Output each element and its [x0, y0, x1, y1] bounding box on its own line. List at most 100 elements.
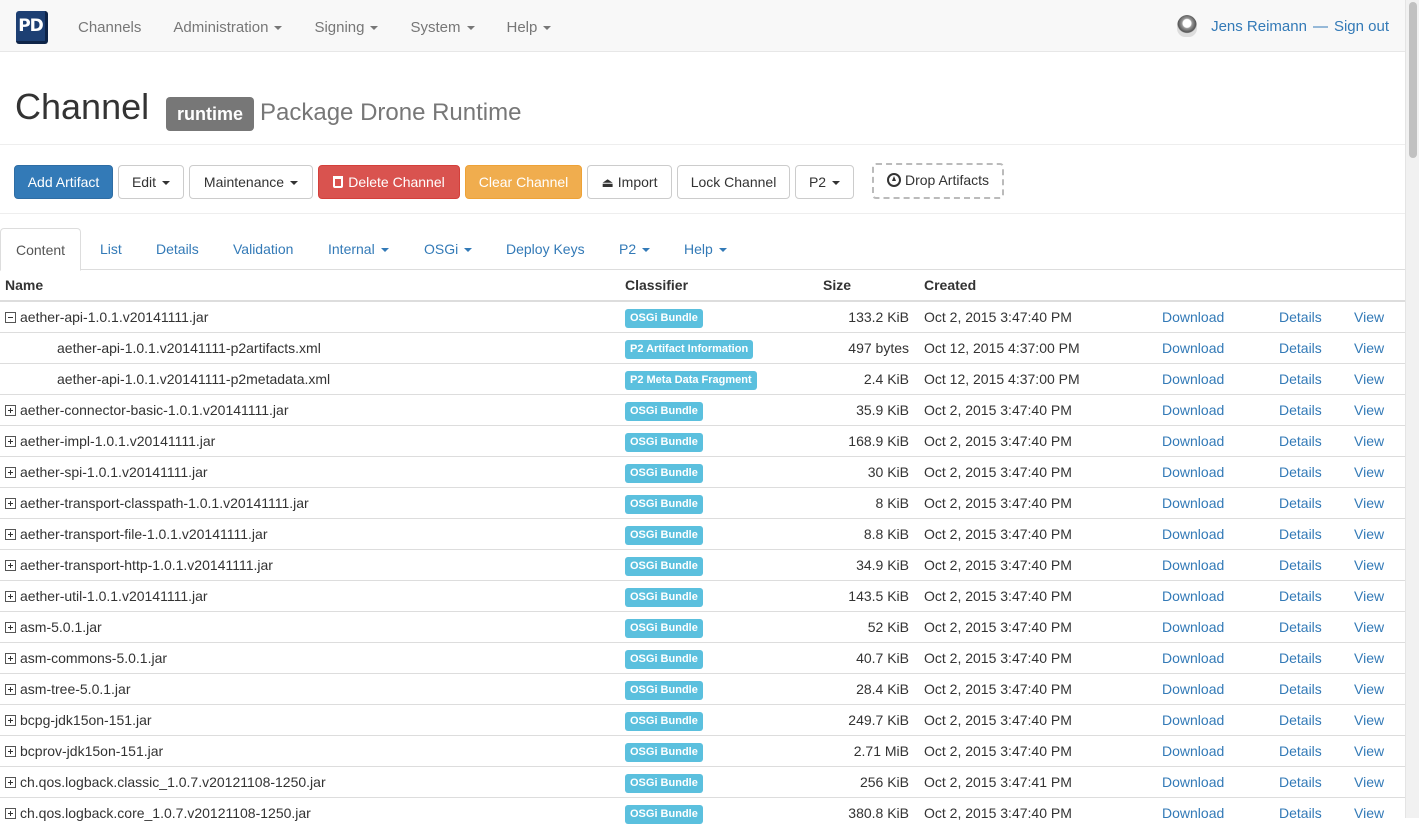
expand-plus-icon[interactable]	[5, 466, 16, 478]
expand-plus-icon[interactable]	[5, 404, 16, 416]
details-link[interactable]: Details	[1279, 371, 1322, 387]
nav-system[interactable]: System	[394, 0, 490, 52]
view-link[interactable]: View	[1354, 650, 1384, 666]
column-header-size[interactable]: Size	[818, 270, 919, 302]
download-link-cell: Download	[1157, 486, 1274, 518]
download-link-cell: Download	[1157, 703, 1274, 735]
tab-details[interactable]: Details	[156, 228, 199, 270]
import-button[interactable]: ⏏ Import	[587, 165, 672, 199]
expand-plus-icon[interactable]	[5, 745, 16, 757]
expand-plus-icon[interactable]	[5, 559, 16, 571]
expand-plus-icon[interactable]	[5, 807, 16, 819]
tab-deploy-keys[interactable]: Deploy Keys	[506, 228, 585, 270]
tab-list[interactable]: List	[100, 228, 122, 270]
details-link[interactable]: Details	[1279, 526, 1322, 542]
view-link[interactable]: View	[1354, 681, 1384, 697]
download-link[interactable]: Download	[1162, 774, 1224, 790]
drop-artifacts-zone[interactable]: Drop Artifacts	[872, 163, 1004, 199]
details-link[interactable]: Details	[1279, 402, 1322, 418]
details-link[interactable]: Details	[1279, 495, 1322, 511]
tab-p2[interactable]: P2	[619, 228, 651, 270]
scrollbar-thumb[interactable]	[1409, 2, 1417, 158]
download-link[interactable]: Download	[1162, 340, 1224, 356]
details-link[interactable]: Details	[1279, 557, 1322, 573]
tab-content[interactable]: Content	[0, 228, 82, 271]
view-link[interactable]: View	[1354, 619, 1384, 635]
expand-plus-icon[interactable]	[5, 528, 16, 540]
expand-plus-icon[interactable]	[5, 714, 16, 726]
download-link[interactable]: Download	[1162, 495, 1224, 511]
nav-administration[interactable]: Administration	[157, 0, 298, 52]
nav-help[interactable]: Help	[491, 0, 568, 52]
p2-dropdown-button[interactable]: P2	[795, 165, 854, 199]
view-link[interactable]: View	[1354, 774, 1384, 790]
column-header-name[interactable]: Name	[0, 270, 620, 302]
download-link[interactable]: Download	[1162, 526, 1224, 542]
lock-channel-button[interactable]: Lock Channel	[677, 165, 790, 199]
edit-dropdown-button[interactable]: Edit	[118, 165, 184, 199]
expand-plus-icon[interactable]	[5, 776, 16, 788]
tab-help[interactable]: Help	[684, 228, 727, 270]
details-link[interactable]: Details	[1279, 774, 1322, 790]
view-link[interactable]: View	[1354, 371, 1384, 387]
download-link[interactable]: Download	[1162, 681, 1224, 697]
download-link[interactable]: Download	[1162, 309, 1224, 325]
download-link[interactable]: Download	[1162, 402, 1224, 418]
tab-osgi[interactable]: OSGi	[424, 228, 473, 270]
download-link[interactable]: Download	[1162, 557, 1224, 573]
download-link[interactable]: Download	[1162, 712, 1224, 728]
details-link[interactable]: Details	[1279, 309, 1322, 325]
download-link[interactable]: Download	[1162, 371, 1224, 387]
user-name-link[interactable]: Jens Reimann	[1211, 18, 1307, 35]
tab-validation[interactable]: Validation	[233, 228, 293, 270]
details-link[interactable]: Details	[1279, 650, 1322, 666]
view-link[interactable]: View	[1354, 433, 1384, 449]
expand-plus-icon[interactable]	[5, 435, 16, 447]
nav-signing[interactable]: Signing	[298, 0, 394, 52]
details-link[interactable]: Details	[1279, 805, 1322, 821]
details-link[interactable]: Details	[1279, 433, 1322, 449]
details-link[interactable]: Details	[1279, 681, 1322, 697]
collapse-minus-icon[interactable]	[5, 311, 16, 323]
column-header-created[interactable]: Created	[919, 270, 1157, 302]
details-link[interactable]: Details	[1279, 743, 1322, 759]
expand-plus-icon[interactable]	[5, 652, 16, 664]
add-artifact-button[interactable]: Add Artifact	[14, 165, 113, 199]
view-link[interactable]: View	[1354, 402, 1384, 418]
view-link[interactable]: View	[1354, 588, 1384, 604]
expand-plus-icon[interactable]	[5, 683, 16, 695]
details-link[interactable]: Details	[1279, 619, 1322, 635]
view-link[interactable]: View	[1354, 340, 1384, 356]
tab-internal[interactable]: Internal	[328, 228, 389, 270]
details-link[interactable]: Details	[1279, 464, 1322, 480]
column-header-classifier[interactable]: Classifier	[620, 270, 818, 302]
package-drone-logo-icon[interactable]: PD	[16, 11, 48, 44]
delete-channel-button[interactable]: Delete Channel	[318, 165, 460, 199]
download-link[interactable]: Download	[1162, 433, 1224, 449]
download-link[interactable]: Download	[1162, 650, 1224, 666]
expand-plus-icon[interactable]	[5, 590, 16, 602]
page-scrollbar[interactable]	[1405, 0, 1419, 818]
view-link[interactable]: View	[1354, 557, 1384, 573]
expand-plus-icon[interactable]	[5, 497, 16, 509]
clear-channel-button[interactable]: Clear Channel	[465, 165, 582, 199]
view-link[interactable]: View	[1354, 805, 1384, 821]
download-link[interactable]: Download	[1162, 743, 1224, 759]
nav-channels[interactable]: Channels	[62, 0, 157, 52]
download-link[interactable]: Download	[1162, 464, 1224, 480]
view-link[interactable]: View	[1354, 495, 1384, 511]
details-link[interactable]: Details	[1279, 340, 1322, 356]
view-link[interactable]: View	[1354, 526, 1384, 542]
download-link[interactable]: Download	[1162, 588, 1224, 604]
view-link[interactable]: View	[1354, 464, 1384, 480]
view-link[interactable]: View	[1354, 712, 1384, 728]
view-link[interactable]: View	[1354, 743, 1384, 759]
details-link[interactable]: Details	[1279, 712, 1322, 728]
expand-plus-icon[interactable]	[5, 621, 16, 633]
view-link[interactable]: View	[1354, 309, 1384, 325]
download-link[interactable]: Download	[1162, 619, 1224, 635]
sign-out-link[interactable]: Sign out	[1334, 18, 1389, 35]
download-link[interactable]: Download	[1162, 805, 1224, 821]
details-link[interactable]: Details	[1279, 588, 1322, 604]
maintenance-dropdown-button[interactable]: Maintenance	[189, 165, 313, 199]
